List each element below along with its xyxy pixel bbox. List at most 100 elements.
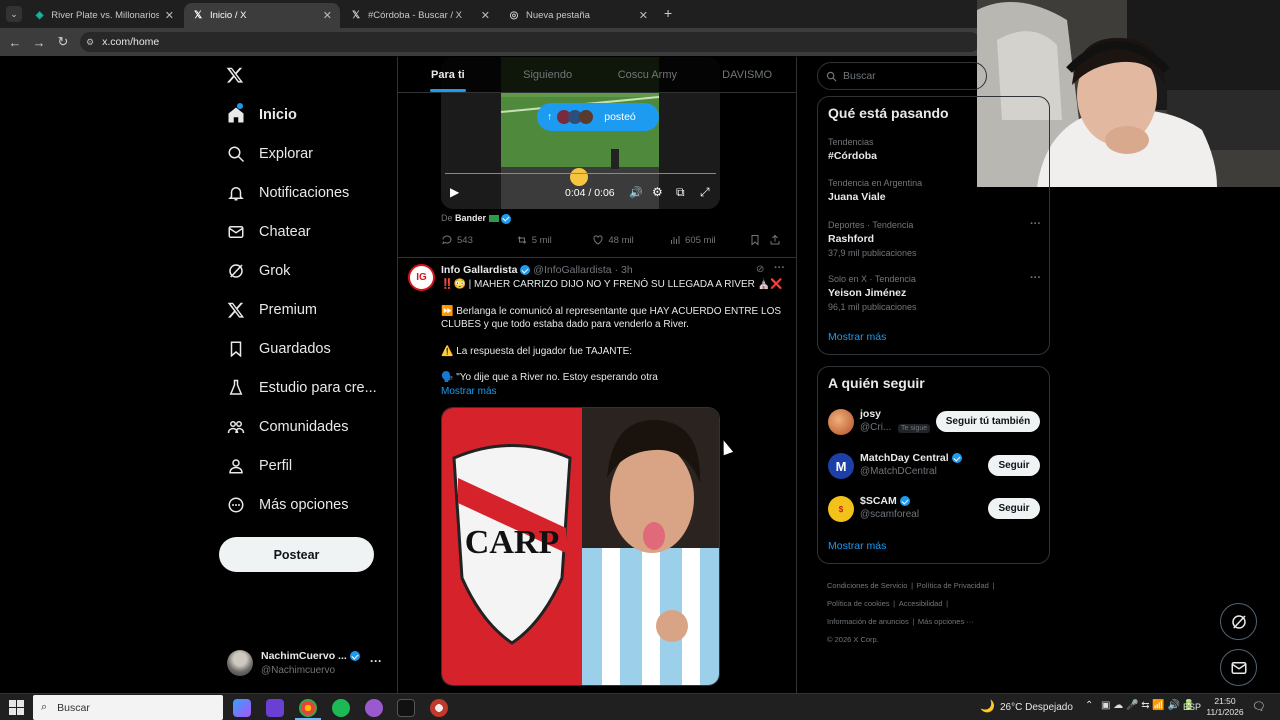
sidebar-item-profile[interactable]: Perfil (227, 457, 367, 475)
close-icon[interactable]: ✕ (323, 9, 332, 22)
tab-davismo[interactable]: DAVISMO (697, 57, 796, 92)
browser-tab-2[interactable]: 𝕏 Inicio / X ✕ (184, 3, 340, 28)
reload-icon[interactable]: ↻ (51, 34, 75, 50)
forward-icon[interactable]: → (27, 35, 51, 50)
tiktok-icon[interactable] (397, 699, 415, 717)
show-more-link[interactable]: Mostrar más (441, 385, 786, 399)
search-input[interactable]: Buscar (817, 62, 987, 90)
sidebar-item-label: Guardados (259, 341, 331, 357)
grok-icon[interactable]: ⊘ (756, 264, 764, 275)
windows-start-icon[interactable] (9, 700, 24, 715)
more-horizontal-icon[interactable]: ··· (1030, 218, 1041, 230)
trend-item[interactable]: Solo en X · Tendencia Yeison Jiménez 96,… (828, 272, 1043, 312)
views-button[interactable]: 605 mil (669, 234, 749, 246)
footer-link-accessibility[interactable]: Accesibilidad (899, 599, 943, 608)
language-indicator[interactable]: ESP (1183, 702, 1201, 712)
sidebar-item-communities[interactable]: Comunidades (227, 418, 377, 436)
spotify-icon[interactable] (332, 699, 350, 717)
notifications-icon[interactable]: 🗨 (1252, 700, 1266, 713)
footer-link-privacy[interactable]: Política de Privacidad (917, 581, 989, 590)
post-button[interactable]: Postear (219, 537, 374, 572)
search-icon (826, 71, 837, 81)
fullscreen-icon[interactable]: ⤢ (700, 185, 710, 200)
footer-link-ads[interactable]: Información de anuncios (827, 617, 909, 626)
follow-button[interactable]: Seguir (988, 498, 1040, 519)
x-logo-icon[interactable] (226, 66, 244, 90)
sidebar-item-bookmarks[interactable]: Guardados (227, 340, 367, 358)
browser-tab-3[interactable]: 𝕏 #Córdoba - Buscar / X ✕ (342, 3, 498, 28)
url-bar[interactable]: ⚙ x.com/home (80, 32, 980, 52)
trend-item[interactable]: Tendencia en Argentina Juana Viale (828, 178, 1043, 203)
trends-show-more[interactable]: Mostrar más (828, 331, 886, 343)
tab-siguiendo[interactable]: Siguiendo (498, 57, 598, 92)
chevron-up-icon[interactable]: ⌃ (1085, 700, 1093, 711)
close-icon[interactable]: ✕ (639, 9, 648, 22)
author-name[interactable]: Info Gallardista (441, 264, 517, 276)
messages-floating-button[interactable] (1220, 649, 1257, 686)
chrome-icon[interactable] (299, 699, 317, 717)
trend-item[interactable]: Tendencias #Córdoba (828, 137, 1043, 162)
tray-icons[interactable]: ▣ ☁ 🎤 ⇆ 📶 🔊 🔋 (1101, 700, 1195, 711)
close-icon[interactable]: ✕ (165, 9, 174, 22)
reply-button[interactable]: 543 (441, 234, 516, 246)
repost-button[interactable]: 5 mil (516, 234, 593, 246)
footer-link-more[interactable]: Más opciones ··· (918, 617, 974, 626)
follow-suggestion[interactable]: $ $SCAM @scamforeal Seguir (828, 494, 1043, 524)
widgets-icon[interactable] (233, 699, 251, 717)
sidebar-item-home[interactable]: Inicio (227, 103, 367, 124)
site-info-icon[interactable]: ⚙ (86, 37, 94, 48)
share-button[interactable] (769, 234, 781, 246)
trend-name: #Córdoba (828, 150, 878, 162)
avatar[interactable]: IG (408, 264, 435, 291)
follow-button[interactable]: Seguir (988, 455, 1040, 476)
clock[interactable]: 21:50 11/1/2026 (1205, 696, 1245, 718)
more-horizontal-icon[interactable]: ··· (370, 654, 382, 668)
footer-link-tos[interactable]: Condiciones de Servicio (827, 581, 907, 590)
sidebar-item-more[interactable]: Más opciones (227, 496, 377, 514)
browser-tab-4[interactable]: ◎ Nueva pestaña ✕ (500, 3, 656, 28)
new-posts-pill[interactable]: ↑ posteó (537, 103, 659, 131)
grok-floating-button[interactable] (1220, 603, 1257, 640)
trends-title: Qué está pasando (828, 105, 949, 121)
bookmark-button[interactable] (749, 234, 769, 246)
back-icon[interactable]: ← (3, 35, 27, 50)
settings-icon[interactable]: ⚙ (652, 185, 663, 199)
footer-link-cookies[interactable]: Política de cookies (827, 599, 890, 608)
sidebar-item-chat[interactable]: Chatear (227, 223, 367, 241)
close-icon[interactable]: ✕ (481, 9, 490, 22)
weather-text[interactable]: 26°C Despejado (1000, 702, 1073, 713)
like-button[interactable]: 48 mil (592, 234, 669, 246)
trend-item[interactable]: Deportes · Tendencia Rashford 37,9 mil p… (828, 218, 1043, 258)
tab-para-ti[interactable]: Para ti (398, 57, 498, 92)
pip-icon[interactable]: ⧉ (676, 185, 685, 200)
obs-icon[interactable] (430, 699, 448, 717)
account-switcher[interactable]: NachimCuervo ... @Nachimcuervo ··· (227, 648, 397, 680)
more-horizontal-icon[interactable]: ··· (1030, 272, 1041, 284)
app-icon[interactable] (365, 699, 383, 717)
volume-icon[interactable]: 🔊 (629, 186, 643, 199)
sidebar-item-explore[interactable]: Explorar (227, 145, 367, 163)
tab-coscu-army[interactable]: Coscu Army (598, 57, 698, 92)
sidebar-item-premium[interactable]: Premium (227, 301, 367, 319)
follow-suggestion[interactable]: M MatchDay Central @MatchDCentral Seguir (828, 451, 1043, 481)
more-horizontal-icon[interactable]: ··· (774, 262, 785, 274)
follow-show-more[interactable]: Mostrar más (828, 540, 886, 552)
author-handle[interactable]: @InfoGallardista (533, 264, 611, 276)
taskbar-search-placeholder: Buscar (57, 701, 90, 714)
new-tab-button[interactable]: + (664, 5, 672, 21)
sidebar-item-notifications[interactable]: Notificaciones (227, 184, 377, 202)
taskbar-search-input[interactable]: ⌕ Buscar (33, 695, 223, 720)
sidebar-item-studio[interactable]: Estudio para cre... (227, 379, 387, 397)
play-icon[interactable]: ▶ (450, 185, 459, 199)
video-progress-track[interactable] (445, 173, 716, 174)
browser-tab-1[interactable]: ◈ River Plate vs. Millonarios | Disn ✕ (26, 3, 182, 28)
tab-list-button[interactable]: ⌄ (6, 6, 22, 22)
follow-suggestion[interactable]: josy @Cri... Te sigue Seguir tú también (828, 407, 1043, 437)
trend-name: Juana Viale (828, 191, 886, 203)
app-icon[interactable] (266, 699, 284, 717)
attribution-name[interactable]: Bander (455, 213, 486, 223)
tweet-image[interactable]: CARP (441, 407, 720, 686)
sidebar-item-grok[interactable]: Grok (227, 262, 367, 280)
follow-back-button[interactable]: Seguir tú también (936, 411, 1040, 432)
tweet-time[interactable]: · 3h (615, 264, 633, 276)
